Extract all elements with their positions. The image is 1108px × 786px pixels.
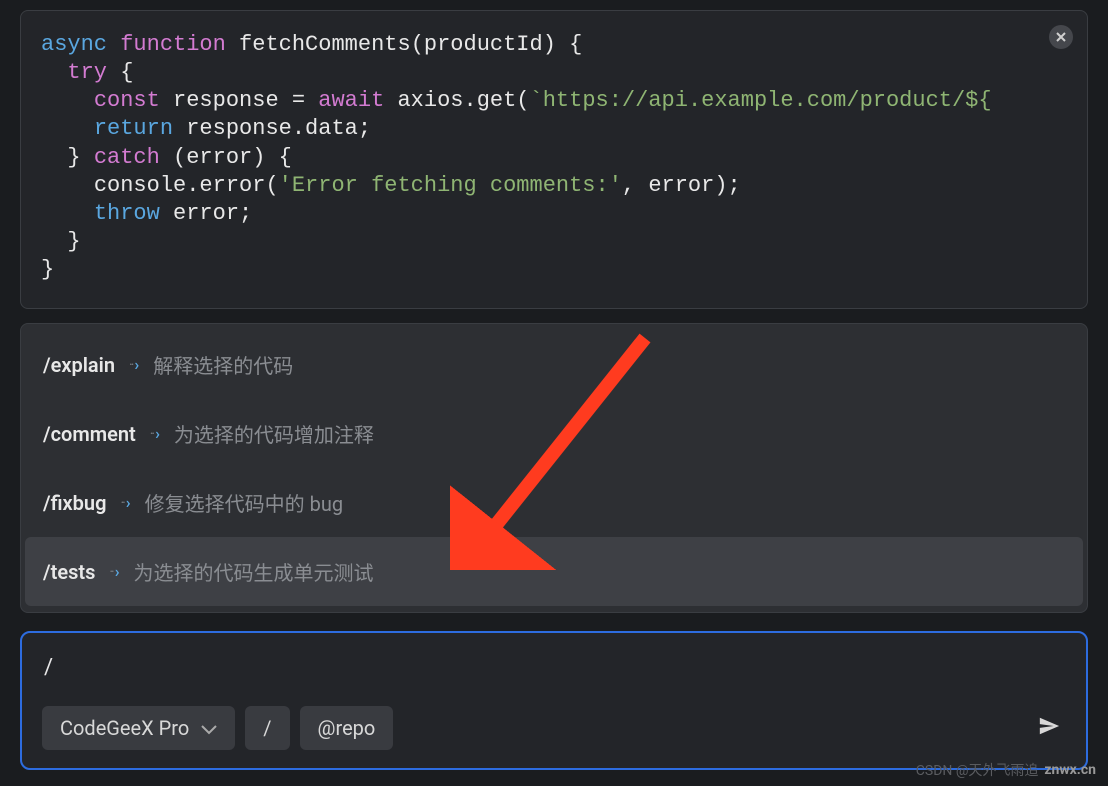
suggestions-panel: /explain ··› 解释选择的代码 /comment ··› 为选择的代码… [20, 323, 1088, 613]
watermark-text: CSDN @天外飞雨追 [916, 760, 1039, 780]
watermark: CSDN @天外飞雨追 znwx.cn [916, 760, 1096, 780]
chevron-down-icon [201, 716, 217, 740]
command-description: 解释选择的代码 [153, 350, 293, 379]
command-description: 为选择的代码增加注释 [174, 419, 374, 448]
command-description: 修复选择代码中的 bug [145, 488, 343, 517]
repo-chip[interactable]: @repo [300, 706, 394, 750]
code-block: async function fetchComments(productId) … [41, 31, 1067, 284]
model-label: CodeGeeX Pro [60, 716, 189, 740]
suggestion-tests[interactable]: /tests ··› 为选择的代码生成单元测试 [25, 537, 1083, 606]
command-label: /fixbug [43, 491, 106, 515]
send-button[interactable] [1032, 709, 1066, 747]
suggestion-explain[interactable]: /explain ··› 解释选择的代码 [21, 330, 1087, 399]
model-selector[interactable]: CodeGeeX Pro [42, 706, 235, 750]
arrow-icon: ··› [120, 493, 130, 512]
command-description: 为选择的代码生成单元测试 [134, 557, 374, 586]
suggestion-comment[interactable]: /comment ··› 为选择的代码增加注释 [21, 399, 1087, 468]
close-button[interactable] [1049, 25, 1073, 49]
chat-input-panel: / CodeGeeX Pro / @repo [20, 631, 1088, 770]
code-panel: async function fetchComments(productId) … [20, 10, 1088, 309]
repo-label: @repo [318, 716, 376, 740]
chat-input[interactable]: / [42, 651, 1066, 706]
send-icon [1038, 715, 1060, 737]
slash-chip[interactable]: / [245, 706, 289, 750]
close-icon [1056, 32, 1066, 42]
command-label: /comment [43, 422, 136, 446]
arrow-icon: ··› [150, 424, 160, 443]
input-toolbar: CodeGeeX Pro / @repo [42, 706, 1066, 750]
command-label: /tests [43, 560, 95, 584]
arrow-icon: ··› [109, 562, 119, 581]
command-label: /explain [43, 353, 115, 377]
arrow-icon: ··› [129, 355, 139, 374]
suggestion-fixbug[interactable]: /fixbug ··› 修复选择代码中的 bug [21, 468, 1087, 537]
slash-label: / [263, 716, 271, 740]
